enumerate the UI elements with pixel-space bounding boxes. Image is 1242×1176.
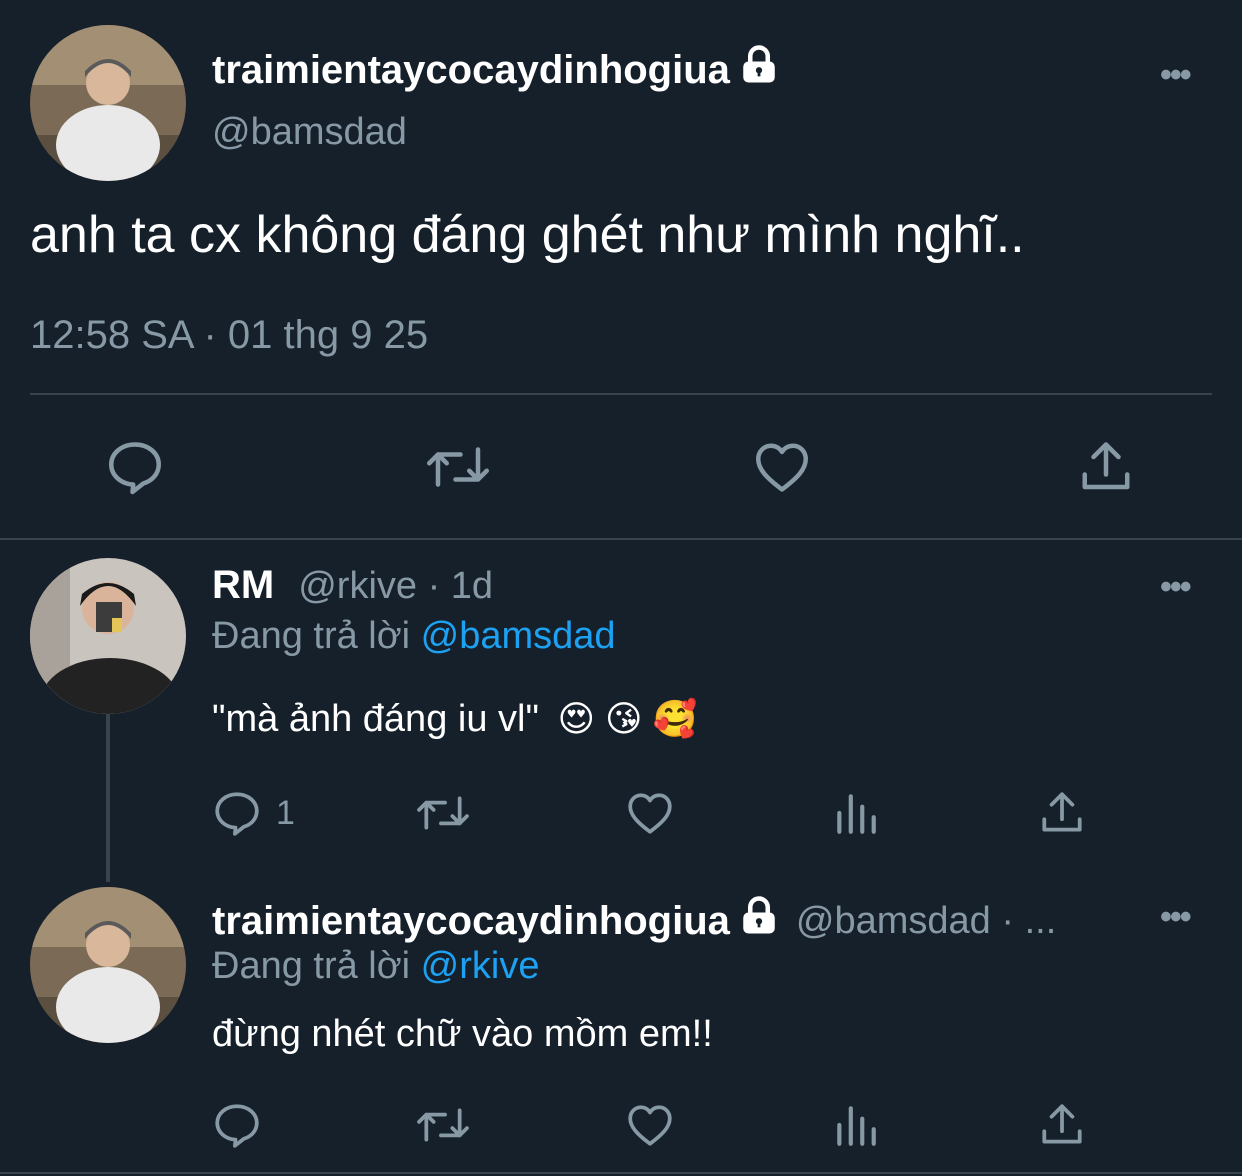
handle-time[interactable]: @bamsdad · ... (796, 900, 1056, 943)
replying-handle-link[interactable]: @rkive (421, 945, 540, 987)
analytics-icon[interactable] (833, 788, 879, 838)
reply2-header: traimientaycocaydinhogiua @bamsdad · ... (212, 895, 1056, 947)
reply-count: 1 (276, 793, 295, 832)
share-icon[interactable] (1037, 1100, 1087, 1150)
replying-handle-link[interactable]: @bamsdad (421, 615, 616, 657)
more-options-icon[interactable]: ••• (1160, 568, 1192, 607)
more-options-icon[interactable]: ••• (1160, 56, 1192, 95)
reply1-header: RM @rkive · 1d (212, 563, 493, 608)
analytics-icon[interactable] (833, 1100, 879, 1150)
handle[interactable]: @bamsdad (212, 111, 407, 154)
retweet-icon[interactable] (415, 1100, 471, 1150)
tweet-text: anh ta cx không đáng ghét như mình nghĩ.… (30, 206, 1025, 264)
replying-to: Đang trả lời @rkive (212, 945, 539, 988)
share-icon[interactable] (1037, 788, 1087, 838)
retweet-icon[interactable] (415, 788, 471, 838)
share-icon[interactable] (1076, 437, 1136, 497)
reply2-avatar[interactable] (30, 887, 186, 1043)
tweet-timestamp[interactable]: 12:58 SA · 01 thg 9 25 (30, 313, 428, 358)
like-icon[interactable] (625, 1100, 675, 1150)
divider (30, 393, 1212, 395)
retweet-icon[interactable] (425, 437, 491, 497)
like-icon[interactable] (752, 437, 812, 497)
display-name[interactable]: traimientaycocaydinhogiua (212, 899, 730, 944)
replying-prefix: Đang trả lời (212, 615, 411, 657)
like-icon[interactable] (625, 788, 675, 838)
replying-prefix: Đang trả lời (212, 945, 411, 987)
reply-text: đừng nhét chữ vào mồm em!! (212, 1013, 713, 1055)
reply-icon (212, 788, 262, 838)
emoji-group: 😍 😘 🥰 (557, 698, 698, 739)
reply-text: "mà ảnh đáng iu vl" (212, 698, 539, 740)
thread-line (106, 714, 110, 882)
reply1-avatar[interactable] (30, 558, 186, 714)
replying-to: Đang trả lời @bamsdad (212, 615, 616, 658)
reply-icon[interactable] (212, 1100, 262, 1150)
reply-button[interactable]: 1 (212, 788, 295, 838)
lock-icon (738, 895, 780, 947)
display-name[interactable]: RM (212, 563, 274, 608)
main-tweet-avatar[interactable] (30, 25, 186, 181)
divider (0, 538, 1242, 540)
main-tweet-author[interactable]: traimientaycocaydinhogiua (212, 44, 780, 96)
display-name[interactable]: traimientaycocaydinhogiua (212, 48, 730, 93)
author[interactable]: traimientaycocaydinhogiua (212, 895, 780, 947)
more-options-icon[interactable]: ••• (1160, 898, 1192, 937)
reply1-text-line: "mà ảnh đáng iu vl" 😍 😘 🥰 (212, 698, 697, 741)
divider (0, 1172, 1242, 1174)
lock-icon (738, 44, 780, 96)
reply-icon[interactable] (105, 437, 165, 497)
handle-time[interactable]: @rkive · 1d (298, 565, 493, 608)
